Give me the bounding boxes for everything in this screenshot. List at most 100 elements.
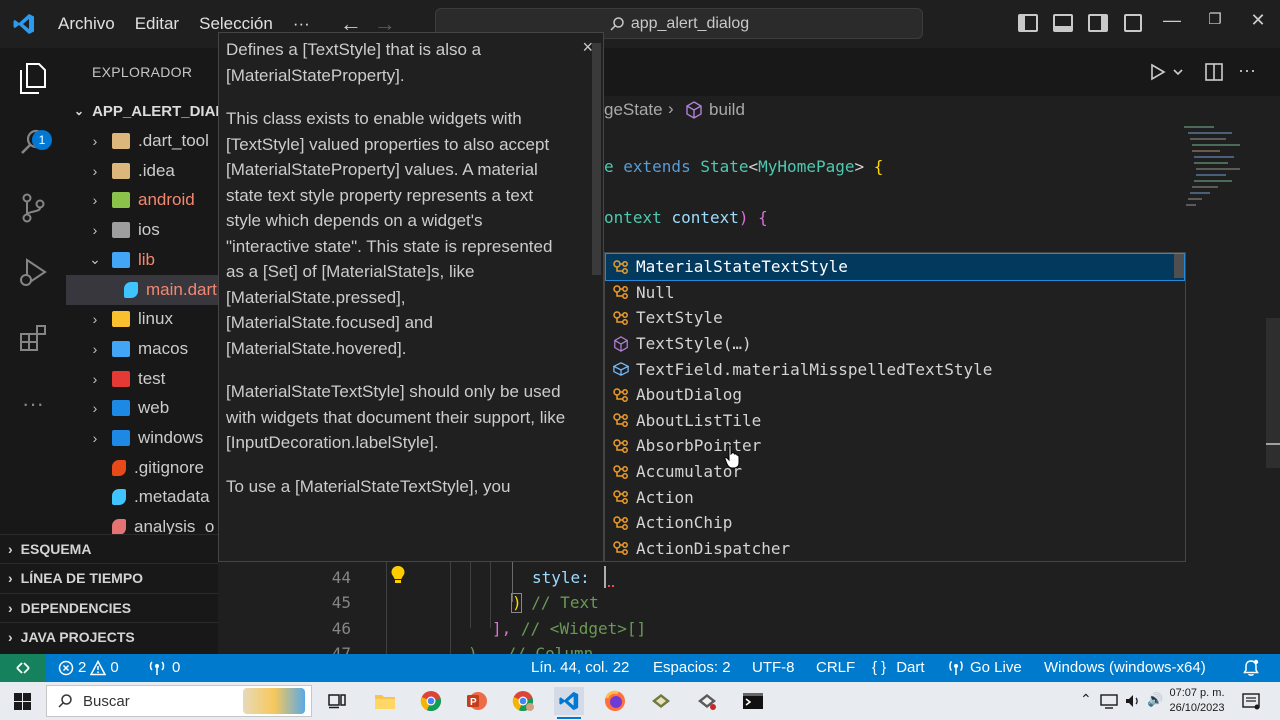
system-clock[interactable]: 07:07 p. m. 26/10/2023 xyxy=(1164,686,1230,716)
section-outline[interactable]: › ESQUEMA xyxy=(0,534,218,563)
toggle-secondary-sidebar-icon[interactable] xyxy=(1088,14,1108,32)
tree-item[interactable]: › android xyxy=(66,185,218,215)
section-dependencies[interactable]: › DEPENDENCIES xyxy=(0,593,218,622)
suggestion-label: TextStyle xyxy=(636,308,723,328)
suggestion-item[interactable]: Null xyxy=(606,280,1184,306)
tree-item[interactable]: .gitignore xyxy=(66,453,218,483)
suggest-scrollbar[interactable] xyxy=(1174,254,1184,278)
suggestion-item[interactable]: ActionDispatcher xyxy=(606,536,1184,562)
chrome-profile-icon[interactable] xyxy=(508,687,538,715)
action-center-icon[interactable] xyxy=(1242,692,1260,710)
extensions-icon[interactable] xyxy=(13,318,53,358)
flutter-device[interactable]: Windows (windows-x64) xyxy=(1044,659,1206,676)
class-symbol-icon xyxy=(606,489,636,505)
tree-item[interactable]: main.dart xyxy=(66,274,218,305)
chevron-down-icon: ⌄ xyxy=(89,251,101,268)
chevron-right-icon: › xyxy=(92,370,98,387)
show-hidden-icons[interactable]: ⌃ xyxy=(1080,691,1092,708)
section-timeline[interactable]: › LÍNEA DE TIEMPO xyxy=(0,563,218,592)
tree-item[interactable]: › web xyxy=(66,393,218,423)
suggestion-item[interactable]: AbsorbPointer xyxy=(606,433,1184,459)
tree-item[interactable]: › linux xyxy=(66,304,218,334)
suggestion-item[interactable]: TextStyle xyxy=(606,305,1184,331)
indentation-spaces[interactable]: Espacios: 2 xyxy=(653,659,731,676)
toggle-panel-icon[interactable] xyxy=(1053,14,1073,32)
cursor-position[interactable]: Lín. 44, col. 22 xyxy=(531,659,629,676)
editor-more-actions-icon[interactable]: ··· xyxy=(1238,60,1256,81)
breadcrumb-method[interactable]: build xyxy=(709,100,745,120)
remote-indicator-icon[interactable] xyxy=(0,654,46,682)
indent-guide xyxy=(470,562,471,628)
tree-item[interactable]: › test xyxy=(66,364,218,394)
suggestion-item[interactable]: AboutListTile xyxy=(606,408,1184,434)
chrome-icon[interactable] xyxy=(416,687,446,715)
run-debug-dropdown-icon[interactable] xyxy=(1148,62,1184,82)
workspace-root-folder[interactable]: ⌄ APP_ALERT_DIALO xyxy=(66,98,218,124)
tree-item[interactable]: .metadata xyxy=(66,482,218,512)
suggestion-item[interactable]: Action xyxy=(606,484,1184,510)
file-encoding[interactable]: UTF-8 xyxy=(752,659,795,676)
split-editor-icon[interactable] xyxy=(1204,62,1224,82)
app-icon-1[interactable] xyxy=(646,687,676,715)
section-java-projects[interactable]: › JAVA PROJECTS xyxy=(0,622,218,651)
suggestion-item[interactable]: TextStyle(…) xyxy=(606,331,1184,357)
class-symbol-icon xyxy=(606,387,636,403)
task-view-icon[interactable] xyxy=(322,687,352,715)
tree-item[interactable]: ⌄ lib xyxy=(66,245,218,275)
notifications-bell-icon[interactable] xyxy=(1242,659,1260,677)
suggestion-item[interactable]: TextField.materialMisspelledTextStyle xyxy=(606,356,1184,382)
tree-item[interactable]: › macos xyxy=(66,334,218,364)
code-line-45[interactable]: ) // Text xyxy=(512,593,599,612)
code-line-class[interactable]: e extends State<MyHomePage> { xyxy=(604,157,883,176)
powerpoint-icon[interactable]: P xyxy=(462,687,492,715)
code-line-build[interactable]: ontext context) { xyxy=(604,208,768,227)
menu-editar[interactable]: Editar xyxy=(125,0,189,48)
run-debug-icon[interactable] xyxy=(13,252,53,292)
code-line-44[interactable]: style: xyxy=(532,568,599,587)
lightbulb-icon[interactable] xyxy=(390,565,406,585)
code-line-46[interactable]: ], // <Widget>[] xyxy=(492,619,646,638)
vscode-taskbar-icon[interactable] xyxy=(554,687,584,719)
minimize-icon[interactable]: — xyxy=(1152,10,1192,31)
minimap[interactable] xyxy=(1184,124,1244,224)
go-live-button[interactable]: Go Live xyxy=(948,659,1022,676)
end-of-line[interactable]: CRLF xyxy=(816,659,855,676)
suggestion-item[interactable]: MaterialStateTextStyle xyxy=(605,253,1185,281)
problems-indicator[interactable]: 2 0 xyxy=(58,659,119,676)
vscode-logo-icon[interactable] xyxy=(0,0,48,48)
menu-archivo[interactable]: Archivo xyxy=(48,0,125,48)
more-views-icon[interactable]: ··· xyxy=(13,384,53,424)
language-indicator-icon[interactable]: 🔊 xyxy=(1147,692,1163,708)
terminal-icon[interactable] xyxy=(738,687,768,715)
tree-item[interactable]: › ios xyxy=(66,215,218,245)
suggestion-item[interactable]: Accumulator xyxy=(606,459,1184,485)
windows-start-icon[interactable] xyxy=(14,693,31,710)
hover-scrollbar[interactable] xyxy=(592,43,601,275)
svg-text:P: P xyxy=(470,697,477,708)
suggestion-item[interactable]: AboutDialog xyxy=(606,382,1184,408)
editor-scrollbar[interactable] xyxy=(1266,318,1280,468)
firefox-icon[interactable] xyxy=(600,687,630,715)
speaker-icon[interactable] xyxy=(1124,693,1142,709)
toggle-primary-sidebar-icon[interactable] xyxy=(1018,14,1038,32)
close-window-icon[interactable]: ✕ xyxy=(1238,10,1278,31)
taskbar-search[interactable]: Buscar xyxy=(46,685,312,717)
network-icon[interactable] xyxy=(1100,693,1118,709)
restore-icon[interactable]: ❐ xyxy=(1195,10,1235,28)
file-explorer-icon[interactable] xyxy=(370,687,400,715)
tree-item[interactable]: › .idea xyxy=(66,156,218,186)
breadcrumb-class-state[interactable]: geState xyxy=(604,100,663,120)
ports-indicator[interactable]: 0 xyxy=(148,659,180,676)
source-control-icon[interactable] xyxy=(13,188,53,228)
tree-item[interactable]: › .dart_tool xyxy=(66,126,218,156)
method-cube-icon xyxy=(686,101,702,119)
taskbar-search-placeholder: Buscar xyxy=(83,692,130,710)
code-token: < xyxy=(748,157,759,176)
tree-item[interactable]: › windows xyxy=(66,423,218,453)
customize-layout-icon[interactable] xyxy=(1124,14,1142,32)
language-mode[interactable]: { } Dart xyxy=(872,659,925,676)
suggestion-item[interactable]: ActionChip xyxy=(606,510,1184,536)
explorer-files-icon[interactable] xyxy=(13,58,53,98)
app-icon-2[interactable] xyxy=(692,687,722,715)
code-line-47[interactable]: ), // Column xyxy=(468,644,593,654)
